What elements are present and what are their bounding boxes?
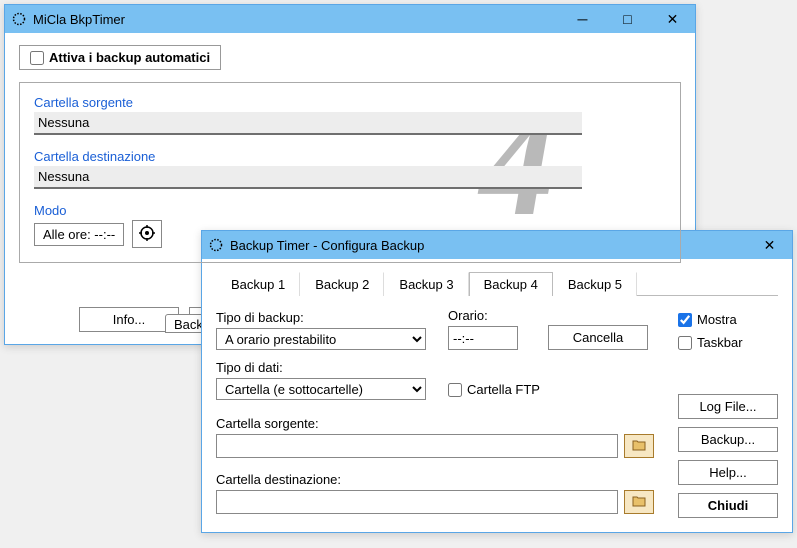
mostra-checkbox[interactable]: Mostra — [678, 312, 778, 327]
folders-fieldset: Cartella sorgente Nessuna Cartella desti… — [19, 82, 681, 263]
data-type-select[interactable]: Cartella (e sottocartelle) — [216, 378, 426, 400]
taskbar-label: Taskbar — [697, 335, 743, 350]
source-folder-value: Nessuna — [34, 112, 582, 135]
browse-source-button[interactable] — [624, 434, 654, 458]
close-dialog-button[interactable]: Chiudi — [678, 493, 778, 518]
minimize-button[interactable]: ─ — [560, 5, 605, 33]
mode-value: Alle ore: --:-- — [34, 223, 124, 246]
backup-type-select[interactable]: A orario prestabilito — [216, 328, 426, 350]
cfg-dest-label: Cartella destinazione: — [216, 472, 654, 487]
data-type-label: Tipo di dati: — [216, 360, 426, 375]
ftp-folder-checkbox[interactable]: Cartella FTP — [448, 382, 540, 400]
mostra-input[interactable] — [678, 313, 692, 327]
dest-folder-label: Cartella destinazione — [34, 149, 666, 164]
app-icon — [11, 11, 27, 27]
enable-auto-backup-checkbox[interactable]: Attiva i backup automatici — [19, 45, 221, 70]
cfg-source-input[interactable] — [216, 434, 618, 458]
ftp-folder-label: Cartella FTP — [467, 382, 540, 397]
backup-button[interactable]: Backup... — [678, 427, 778, 452]
config-window: Backup Timer - Configura Backup ✕ Backup… — [201, 230, 793, 533]
mode-label: Modo — [34, 203, 666, 218]
enable-auto-backup-input[interactable] — [30, 51, 44, 65]
tab-backup-1[interactable]: Backup 1 — [216, 272, 300, 296]
taskbar-input[interactable] — [678, 336, 692, 350]
window-title: MiCla BkpTimer — [33, 12, 125, 27]
log-file-button[interactable]: Log File... — [678, 394, 778, 419]
folder-icon — [632, 495, 646, 510]
source-folder-label: Cartella sorgente — [34, 95, 666, 110]
gear-icon — [139, 225, 155, 244]
cancel-button[interactable]: Cancella — [548, 325, 648, 350]
tab-backup-5[interactable]: Backup 5 — [553, 272, 637, 296]
maximize-button[interactable]: □ — [605, 5, 650, 33]
settings-button[interactable] — [132, 220, 162, 248]
enable-auto-backup-label: Attiva i backup automatici — [49, 50, 210, 65]
time-input[interactable] — [448, 326, 518, 350]
mostra-label: Mostra — [697, 312, 737, 327]
taskbar-checkbox[interactable]: Taskbar — [678, 335, 778, 350]
cfg-dest-input[interactable] — [216, 490, 618, 514]
dest-folder-value: Nessuna — [34, 166, 582, 189]
config-close-button[interactable]: ✕ — [747, 231, 792, 259]
backup-tabs: Backup 1 Backup 2 Backup 3 Backup 4 Back… — [216, 271, 778, 296]
time-label: Orario: — [448, 308, 518, 323]
info-button[interactable]: Info... — [79, 307, 179, 332]
tab-backup-2[interactable]: Backup 2 — [300, 272, 384, 296]
titlebar[interactable]: MiCla BkpTimer ─ □ ✕ — [5, 5, 695, 33]
tab-backup-3[interactable]: Backup 3 — [384, 272, 468, 296]
cfg-source-label: Cartella sorgente: — [216, 416, 654, 431]
tab-backup-4[interactable]: Backup 4 — [469, 272, 553, 296]
help-button[interactable]: Help... — [678, 460, 778, 485]
browse-dest-button[interactable] — [624, 490, 654, 514]
close-button[interactable]: ✕ — [650, 5, 695, 33]
folder-icon — [632, 439, 646, 454]
ftp-folder-input[interactable] — [448, 383, 462, 397]
backup-type-label: Tipo di backup: — [216, 310, 426, 325]
